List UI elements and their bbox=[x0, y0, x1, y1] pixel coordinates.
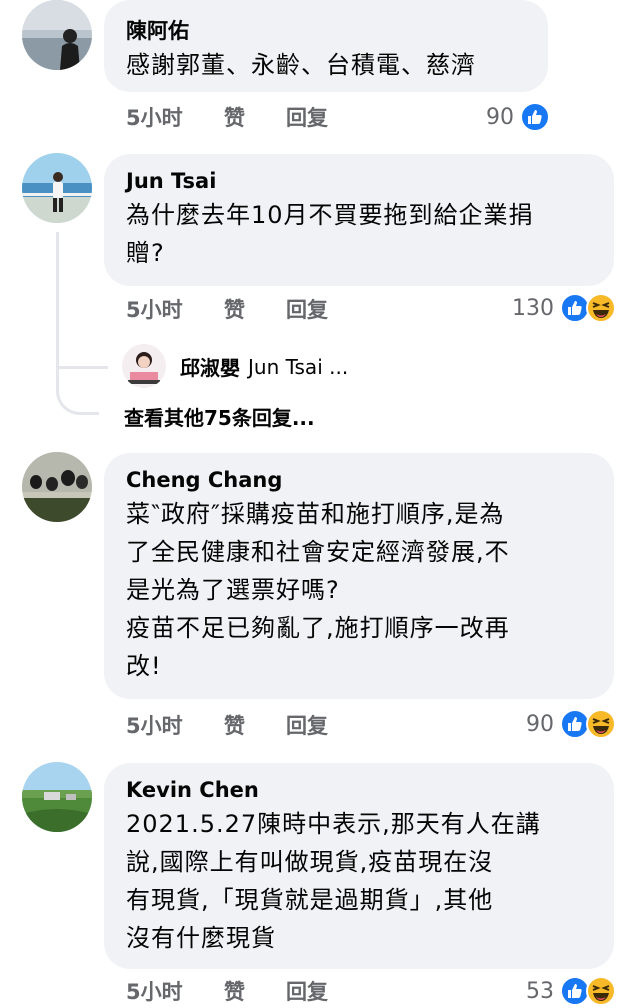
comment-line: 改! bbox=[126, 652, 162, 680]
comment-author[interactable]: Kevin Chen bbox=[126, 777, 592, 803]
like-button[interactable]: 赞 bbox=[224, 102, 286, 132]
comment-actions: 5小时 赞 回复 bbox=[126, 102, 328, 132]
comment-line: 疫苗不足已夠亂了,施打順序一改再 bbox=[126, 614, 510, 642]
thread-line bbox=[56, 232, 99, 415]
comment-line: 贈? bbox=[126, 239, 165, 267]
avatar-kevin-chen[interactable] bbox=[22, 762, 92, 832]
comment-line: 感謝郭董、永齡、台積電、慈濟 bbox=[126, 51, 476, 79]
reaction-count: 130 bbox=[512, 295, 554, 321]
reply-button[interactable]: 回复 bbox=[286, 102, 328, 132]
comment-time[interactable]: 5小时 bbox=[126, 294, 224, 324]
comment-author[interactable]: Jun Tsai bbox=[126, 168, 592, 194]
comment-line: 說,國際上有叫做現貨,疫苗現在沒 bbox=[126, 848, 494, 876]
reply-button[interactable]: 回复 bbox=[286, 976, 328, 1006]
comment-text: 菜‶政府″採購疫苗和施打順序,是為 了全民健康和社會安定經濟發展,不 是光為了選… bbox=[126, 495, 592, 685]
reaction-summary[interactable]: 53 bbox=[526, 974, 616, 1008]
comment-actions: 5小时 赞 回复 bbox=[126, 976, 328, 1006]
comment-bubble: Jun Tsai 為什麼去年10月不買要拖到給企業捐 贈? bbox=[104, 154, 614, 286]
comment-line: 有現貨,「現貨就是過期貨」,其他 bbox=[126, 886, 494, 914]
reply-button[interactable]: 回复 bbox=[286, 710, 328, 740]
like-button[interactable]: 赞 bbox=[224, 710, 286, 740]
comment-actions: 5小时 赞 回复 bbox=[126, 294, 328, 324]
comment-line: 菜‶政府″採購疫苗和施打順序,是為 bbox=[126, 500, 505, 528]
comment-bubble: Kevin Chen 2021.5.27陳時中表示,那天有人在講 說,國際上有叫… bbox=[104, 763, 614, 969]
thread-branch bbox=[56, 332, 108, 369]
reply-avatar[interactable] bbox=[122, 344, 166, 388]
comment-line: 為什麼去年10月不買要拖到給企業捐 bbox=[126, 201, 534, 229]
comment-line: 了全民健康和社會安定經濟發展,不 bbox=[126, 538, 510, 566]
comment-line: 是光為了選票好嗎? bbox=[126, 576, 340, 604]
avatar-jun-tsai[interactable] bbox=[22, 153, 92, 223]
comment-bubble: 陳阿佑 感謝郭董、永齡、台積電、慈濟 bbox=[104, 0, 548, 92]
comment-time[interactable]: 5小时 bbox=[126, 710, 224, 740]
like-button[interactable]: 赞 bbox=[224, 976, 286, 1006]
comment-author[interactable]: 陳阿佑 bbox=[126, 18, 526, 44]
avatar-cheng-chang[interactable] bbox=[22, 452, 92, 522]
reaction-summary[interactable]: 90 bbox=[486, 100, 550, 134]
haha-icon bbox=[586, 293, 616, 323]
comment-line: 2021.5.27陳時中表示,那天有人在講 bbox=[126, 810, 541, 838]
like-icon bbox=[520, 102, 550, 132]
comment-author[interactable]: Cheng Chang bbox=[126, 467, 592, 493]
reply-author[interactable]: 邱淑嬰 bbox=[180, 352, 240, 381]
view-more-replies[interactable]: 查看其他75条回复... bbox=[124, 402, 315, 431]
comment-text: 2021.5.27陳時中表示,那天有人在講 說,國際上有叫做現貨,疫苗現在沒 有… bbox=[126, 805, 592, 957]
comment-text: 感謝郭董、永齡、台積電、慈濟 bbox=[126, 46, 526, 84]
like-button[interactable]: 赞 bbox=[224, 294, 286, 324]
comment-line: 沒有什麼現貨 bbox=[126, 924, 276, 952]
reaction-summary[interactable]: 130 bbox=[512, 291, 616, 325]
haha-icon bbox=[586, 976, 616, 1006]
avatar-chen-a-you[interactable] bbox=[22, 0, 92, 70]
comment-actions: 5小时 赞 回复 bbox=[126, 710, 328, 740]
haha-icon bbox=[586, 709, 616, 739]
reply-preview[interactable]: 邱淑嬰 Jun Tsai ... bbox=[180, 352, 348, 381]
comment-time[interactable]: 5小时 bbox=[126, 102, 224, 132]
reaction-count: 90 bbox=[486, 104, 514, 130]
reply-snippet: Jun Tsai ... bbox=[248, 354, 349, 379]
comment-time[interactable]: 5小时 bbox=[126, 976, 224, 1006]
reaction-count: 90 bbox=[526, 711, 554, 737]
comment-bubble: Cheng Chang 菜‶政府″採購疫苗和施打順序,是為 了全民健康和社會安定… bbox=[104, 453, 614, 699]
comment-text: 為什麼去年10月不買要拖到給企業捐 贈? bbox=[126, 196, 592, 272]
reply-button[interactable]: 回复 bbox=[286, 294, 328, 324]
reaction-summary[interactable]: 90 bbox=[526, 707, 616, 741]
